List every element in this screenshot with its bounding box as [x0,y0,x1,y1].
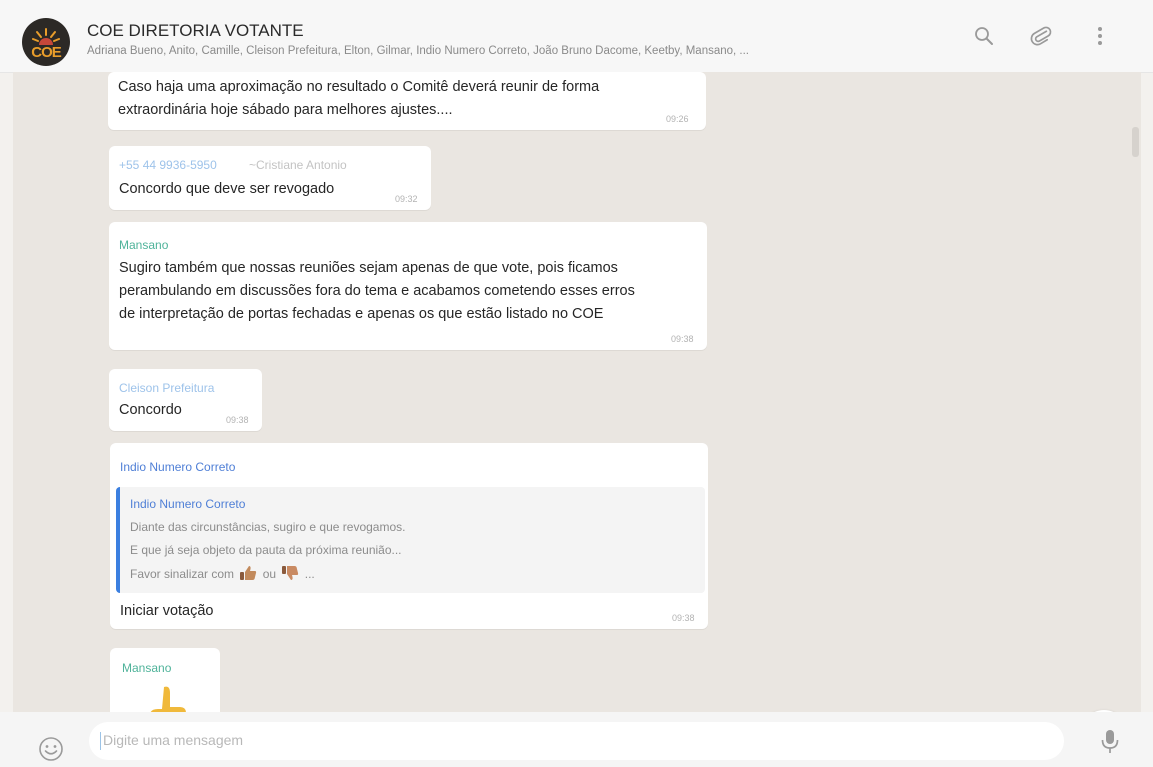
group-avatar[interactable]: COE [22,18,70,66]
avatar-logo-text: COE [31,44,62,61]
quoted-message[interactable]: Indio Numero Correto Diante das circunst… [116,487,705,593]
thumbs-up-emoji-icon [150,686,186,712]
group-members[interactable]: Adriana Bueno, Anito, Camille, Cleison P… [87,45,937,57]
sender-phone[interactable]: +55 44 9936-5950 [119,158,217,172]
message-bubble[interactable]: Indio Numero Correto Indio Numero Corret… [110,443,708,629]
message-input[interactable]: Digite uma mensagem [89,722,1064,760]
sender-name: ~Cristiane Antonio [249,158,347,172]
message-time: 09:26 [666,114,689,124]
quoted-line: E que já seja objeto da pauta da próxima… [130,543,402,557]
sender-name[interactable]: Indio Numero Correto [120,460,235,474]
quoted-text: Favor sinalizar com [130,567,235,581]
message-bubble[interactable]: Cleison Prefeitura Concordo 09:38 [109,369,262,431]
text-caret [100,732,101,750]
group-title[interactable]: COE DIRETORIA VOTANTE [87,21,304,41]
quoted-text: ou [262,567,277,581]
quoted-line: Diante das circunstâncias, sugiro e que … [130,520,406,534]
search-icon[interactable] [972,24,996,48]
message-bubble[interactable]: Caso haja uma aproximação no resultado o… [108,72,706,130]
message-text: Iniciar votação [120,603,214,619]
message-input-placeholder: Digite uma mensagem [103,732,244,748]
menu-icon[interactable] [1088,24,1112,48]
message-bubble[interactable]: Mansano Sugiro também que nossas reuniõe… [109,222,707,350]
chat-header[interactable]: COE COE DIRETORIA VOTANTE Adriana Bueno,… [0,0,1153,73]
attach-icon[interactable] [1029,24,1053,48]
message-time: 09:38 [226,415,249,425]
sender-name[interactable]: Cleison Prefeitura [119,381,214,395]
quoted-author: Indio Numero Correto [130,497,246,511]
message-text: Concordo [119,402,182,418]
message-text-line: de interpretação de portas fechadas e ap… [119,306,604,322]
message-text-line: Caso haja uma aproximação no resultado o… [118,79,600,95]
thumbs-down-icon [282,566,299,580]
quoted-text: ... [304,567,315,581]
composer-bar: Digite uma mensagem [0,712,1153,767]
message-time: 09:38 [671,334,694,344]
thumbs-up-icon [240,566,257,580]
message-text-line: Sugiro também que nossas reuniões sejam … [119,260,618,276]
sender-name[interactable]: Mansano [122,661,171,675]
message-time: 09:32 [395,194,418,204]
message-bubble[interactable]: Mansano [110,648,220,712]
quoted-line-last: Favor sinalizar com ou ... [130,565,315,581]
chat-area[interactable]: Caso haja uma aproximação no resultado o… [13,72,1141,712]
message-text-line: perambulando em discussões fora do tema … [119,283,635,299]
sun-logo-icon [32,28,60,45]
message-time: 09:38 [672,613,695,623]
message-text-line: extraordinária hoje sábado para melhores… [118,102,453,118]
sender-name[interactable]: Mansano [119,238,168,252]
message-bubble[interactable]: +55 44 9936-5950 ~Cristiane Antonio Conc… [109,146,431,210]
emoji-icon[interactable] [38,736,64,762]
message-text: Concordo que deve ser revogado [119,181,335,197]
scrollbar-thumb[interactable] [1132,127,1139,157]
microphone-icon[interactable] [1099,728,1121,756]
